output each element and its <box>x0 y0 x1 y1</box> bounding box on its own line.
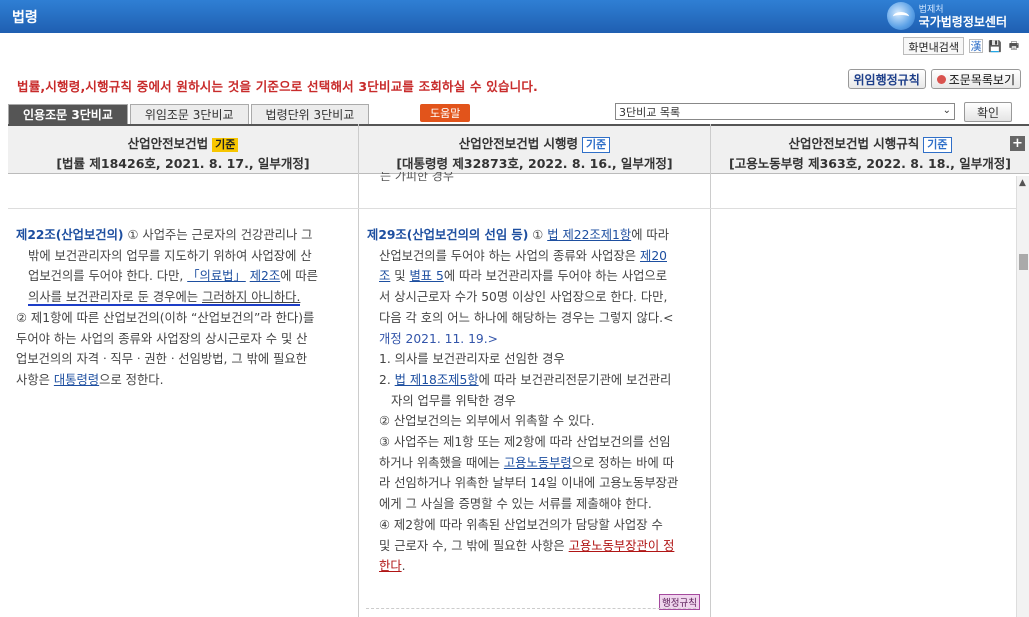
text: ③ 사업주는 제1항 또는 제2항에 따라 산업보건의를 선임 <box>379 435 671 450</box>
chevron-down-icon: ⌄ <box>942 105 951 116</box>
decree-subtitle: [대통령령 제32873호, 2022. 8. 16., 일부개정] <box>396 156 673 171</box>
text: 업보건의를 두어야 한다. 다만, <box>28 269 188 284</box>
text: 두어야 하는 사업의 종류와 사업장의 상시근로자 수 및 산 <box>16 331 308 346</box>
delegated-rules-button[interactable]: 위임행정규칙 <box>847 69 926 89</box>
article-2-link[interactable]: 제2조 <box>250 269 280 283</box>
text: 서 상시근로자 수가 50명 이상인 사업장으로 한다. 다만, <box>379 290 668 305</box>
text: 으로 정한다. <box>99 372 164 387</box>
text: 2. <box>379 372 395 387</box>
scroll-thumb[interactable] <box>1019 254 1028 270</box>
print-icon[interactable]: 🖶 <box>1007 39 1021 53</box>
basis-badge: 기준 <box>212 138 239 152</box>
article-20-link[interactable]: 제20 <box>640 249 667 263</box>
medical-act-link[interactable]: 「의료법」 <box>187 269 246 283</box>
column-header-decree: 산업안전보건법 시행령 기준 [대통령령 제32873호, 2022. 8. 16… <box>359 126 710 174</box>
top-bar: 법령 법제처 국가법령정보센터 <box>0 0 1029 33</box>
text: . <box>401 559 406 574</box>
law-18-5-link[interactable]: 제18조제5항 <box>406 373 479 387</box>
text: 하거나 위촉했을 때에는 <box>379 455 504 470</box>
article-list-icon <box>936 74 946 84</box>
dashed-divider <box>366 608 696 609</box>
text: ② 산업보건의는 외부에서 위촉할 수 있다. <box>379 414 595 429</box>
column-header-row: 산업안전보건법 기준 [법률 제18426호, 2021. 8. 17., 일부개… <box>8 124 1029 174</box>
clipped-text: 는 가피한 경우 <box>380 172 454 183</box>
law-name[interactable]: 산업안전보건법 <box>128 136 209 151</box>
ministry-ordinance-link[interactable]: 고용노동부령 <box>504 456 572 470</box>
text: 밖에 보건관리자의 업무를 지도하기 위하여 사업장에 산 <box>28 248 312 263</box>
law-link[interactable]: 법 <box>395 373 406 387</box>
help-button[interactable]: 도움말 <box>420 104 471 122</box>
text: 다음 각 호의 어느 하나에 해당하는 경우는 그렇지 않다.< <box>379 310 674 325</box>
tab-cited-articles[interactable]: 인용조문 3단비교 <box>8 104 128 124</box>
text: 및 근로자 수, 그 밖에 필요한 사항은 <box>379 538 569 553</box>
law-link[interactable]: 법 <box>547 228 558 242</box>
column-header-law: 산업안전보건법 기준 [법률 제18426호, 2021. 8. 17., 일부개… <box>8 126 358 174</box>
text: ④ 제2항에 따라 위촉된 산업보건의가 담당할 사업장 수 <box>379 517 663 532</box>
text: 에 따른 <box>280 269 318 284</box>
table-5-link[interactable]: 별표 5 <box>409 269 443 283</box>
text: 업보건의의 자격ㆍ직무ㆍ권한ㆍ선임방법, 그 밖에 필요한 <box>16 352 308 367</box>
decree-article: 제29조(산업보건의의 선임 등) ① 법 제22조제1항에 따라 산업보건의를… <box>367 225 702 577</box>
text: 에 따라 보건관리전문기관에 보건관리 <box>478 372 672 387</box>
column-divider <box>358 124 359 617</box>
presidential-decree-link[interactable]: 대통령령 <box>54 373 99 387</box>
column-header-rule: 산업안전보건법 시행규칙 기준 [고용노동부령 제363호, 2022. 8. 1… <box>711 126 1029 174</box>
decree-article-title[interactable]: 제29조(산업보건의의 선임 등) <box>367 228 528 242</box>
hanja-icon[interactable]: 漢 <box>969 39 983 53</box>
confirm-button[interactable]: 확인 <box>964 102 1012 122</box>
article-20-link[interactable]: 조 <box>379 269 390 283</box>
list-item: 1. 의사를 보건관리자로 선임한 경우 <box>379 352 565 367</box>
law-22-1-link[interactable]: 제22조제1항 <box>559 228 631 242</box>
rule-subtitle: [고용노동부령 제363호, 2022. 8. 18., 일부개정] <box>729 156 1011 171</box>
text: 라 선임하거나 위촉한 날부터 14일 이내에 고용노동부장관 <box>379 476 679 491</box>
text: ① 사업주는 근로자의 건강관리나 그 <box>123 228 313 242</box>
notice-text: 법률,시행령,시행규칙 중에서 원하시는 것을 기준으로 선택해서 3단비교를 … <box>17 79 539 94</box>
text: 에 따라 <box>631 228 670 242</box>
text: 에게 그 사실을 증명할 수 있는 서류를 제출해야 한다. <box>379 497 652 512</box>
save-icon[interactable]: 💾 <box>988 39 1002 53</box>
vertical-scrollbar[interactable]: ▲ <box>1016 176 1029 617</box>
law-article-title[interactable]: 제22조(산업보건의) <box>16 228 124 242</box>
text: 및 <box>390 269 410 284</box>
law-article: 제22조(산업보건의) ① 사업주는 근로자의 건강관리나 그 밖에 보건관리자… <box>16 225 346 391</box>
minister-determines-link[interactable]: 한다 <box>379 559 402 573</box>
tab-law-unit[interactable]: 법령단위 3단비교 <box>250 104 370 124</box>
basis-badge[interactable]: 기준 <box>582 137 611 153</box>
text: 자의 업무를 위탁한 경우 <box>391 393 516 408</box>
decree-name[interactable]: 산업안전보건법 시행령 <box>459 136 578 151</box>
compare-tabs: 인용조문 3단비교 위임조문 3단비교 법령단위 3단비교 <box>8 104 371 124</box>
text: ① <box>528 228 548 242</box>
toolbar: 화면내검색 漢 💾 🖶 <box>903 37 1021 55</box>
text: 으로 정하는 바에 따 <box>571 455 674 470</box>
basis-badge[interactable]: 기준 <box>923 137 952 153</box>
column-divider <box>710 124 711 617</box>
expand-plus-icon[interactable]: + <box>1010 136 1025 151</box>
row-separator <box>8 208 1016 209</box>
minister-determines-link[interactable]: 고용노동부장관이 정 <box>569 539 675 553</box>
highlighted-text: 의사를 보건관리자로 둔 경우에는 <box>28 290 203 307</box>
law-subtitle: [법률 제18426호, 2021. 8. 17., 일부개정] <box>56 156 310 171</box>
rule-name[interactable]: 산업안전보건법 시행규칙 <box>788 136 919 151</box>
compare-list-value: 3단비교 목록 <box>619 105 681 119</box>
brand[interactable]: 법제처 국가법령정보센터 <box>886 2 1007 30</box>
in-page-search-button[interactable]: 화면내검색 <box>903 37 964 55</box>
revision-note: 개정 2021. 11. 19.> <box>379 331 498 346</box>
text: 사항은 <box>16 372 54 387</box>
article-list-button[interactable]: 조문목록보기 <box>930 69 1021 89</box>
highlighted-text: 그러하지 아니하다. <box>202 290 301 307</box>
scroll-up-icon[interactable]: ▲ <box>1019 178 1026 188</box>
tab-delegated-articles[interactable]: 위임조문 3단비교 <box>129 104 249 124</box>
page-title: 법령 <box>12 10 38 26</box>
text: ② 제1항에 따른 산업보건의(이하 “산업보건의”라 한다)를 <box>16 310 315 325</box>
text: 에 따라 보건관리자를 두어야 하는 사업으로 <box>443 269 668 284</box>
brand-name: 국가법령정보센터 <box>918 15 1007 29</box>
text: 산업보건의를 두어야 하는 사업의 종류와 사업장은 <box>379 248 641 263</box>
article-list-label: 조문목록보기 <box>948 72 1015 87</box>
brand-logo-icon <box>886 2 915 30</box>
compare-list-select[interactable]: 3단비교 목록 ⌄ <box>615 103 955 120</box>
